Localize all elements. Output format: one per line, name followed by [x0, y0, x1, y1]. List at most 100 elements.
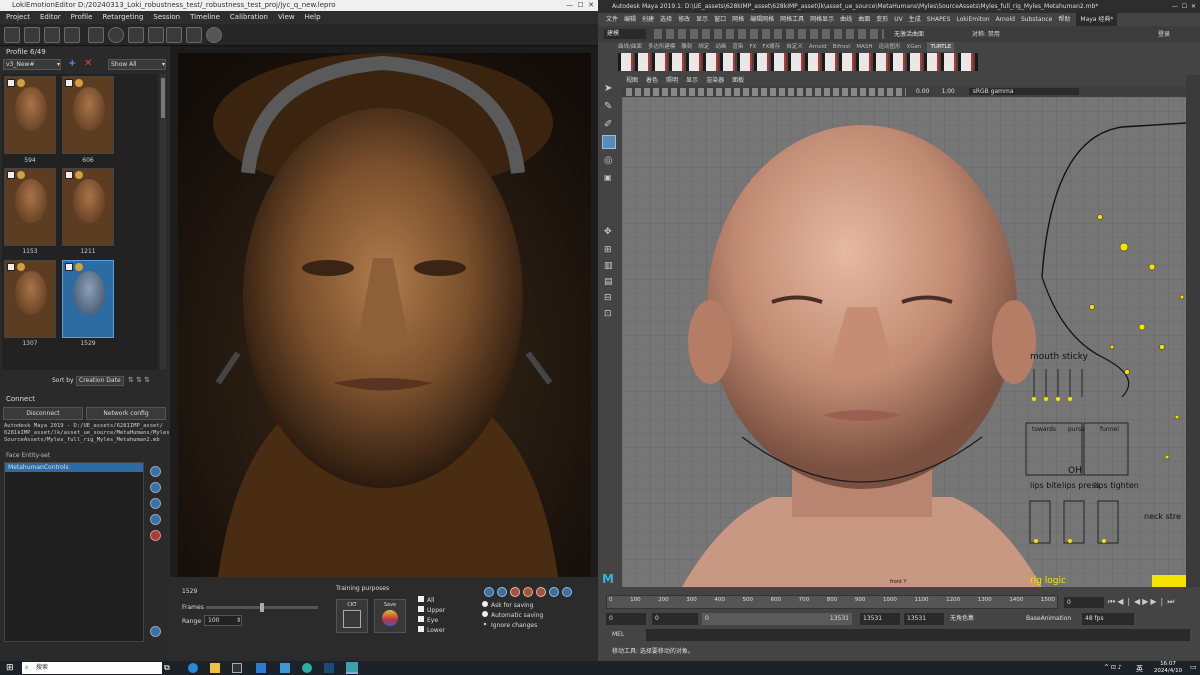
explorer-icon[interactable]: [210, 663, 220, 673]
session-icon[interactable]: [510, 587, 520, 597]
workspace-select[interactable]: Maya 经典*: [1076, 13, 1117, 26]
panel-menu-lighting[interactable]: 照明: [666, 75, 678, 86]
maya-menu-item[interactable]: LokiEmiton: [956, 13, 989, 26]
maya-menu-item[interactable]: Arnold: [996, 13, 1015, 26]
maya-menu-item[interactable]: 曲线: [840, 13, 852, 26]
lasso-tool-icon[interactable]: ✎: [604, 101, 612, 112]
save-button[interactable]: Save: [374, 599, 406, 633]
thumbnail-606[interactable]: [62, 76, 114, 154]
window-controls[interactable]: — ☐ ✕: [566, 0, 594, 11]
layout-split2-icon[interactable]: ▤: [604, 277, 613, 287]
shelf-tab[interactable]: 雕刻: [681, 42, 692, 52]
taskbar-clock[interactable]: 16:07 2024/4/10: [1148, 661, 1188, 675]
maya-menu-item[interactable]: 选择: [660, 13, 672, 26]
edge-icon[interactable]: [188, 663, 198, 673]
scale-tool-icon[interactable]: ▣: [604, 173, 612, 182]
thumbnail-scrollbar[interactable]: [160, 74, 166, 370]
undo-icon[interactable]: [128, 27, 144, 43]
session-icon[interactable]: [562, 587, 572, 597]
color-space-select[interactable]: sRGB gamma: [969, 88, 1079, 95]
delete-icon[interactable]: ✕: [84, 58, 92, 69]
checkbox-icon[interactable]: [7, 263, 15, 271]
check-upper[interactable]: Upper: [418, 606, 445, 616]
session-icon[interactable]: [549, 587, 559, 597]
sort-order-icon[interactable]: ⇅ ⇅ ⇅: [128, 376, 150, 384]
viewport-icon-strip[interactable]: [626, 88, 906, 96]
entity-settings-icon[interactable]: [150, 514, 161, 525]
thumbnail-1307[interactable]: [4, 260, 56, 338]
range-inner-start-field[interactable]: 0: [652, 613, 698, 625]
shelf-tab[interactable]: 渲染: [732, 42, 743, 52]
entity-refresh-icon[interactable]: [150, 626, 161, 637]
session-icon[interactable]: [523, 587, 533, 597]
maya-menu-item[interactable]: 显示: [696, 13, 708, 26]
maya-menu-item[interactable]: 帮助: [1058, 13, 1070, 26]
panel-menu-show[interactable]: 显示: [686, 75, 698, 86]
layout-single-icon[interactable]: ✥: [604, 227, 612, 237]
maya-menu-item[interactable]: Substance: [1021, 13, 1052, 26]
maya-menu-item[interactable]: 网格工具: [780, 13, 804, 26]
menu-project[interactable]: Project: [6, 11, 30, 24]
open-icon[interactable]: [24, 27, 40, 43]
layout-quad-icon[interactable]: ⊟: [604, 293, 612, 303]
profile-select[interactable]: v3_New#▾: [3, 59, 61, 70]
tray-icons[interactable]: ^ ⊡ ♪: [1104, 664, 1122, 671]
check-eye[interactable]: Eye: [418, 616, 445, 626]
range-input[interactable]: 100⇕: [204, 615, 242, 626]
shelf-tab[interactable]: 运动图形: [879, 42, 901, 52]
checkbox-icon[interactable]: [65, 263, 73, 271]
panel-menu-panels[interactable]: 面板: [732, 75, 744, 86]
shelf-tab-active[interactable]: TURTLE: [927, 42, 954, 52]
session-icon[interactable]: [484, 587, 494, 597]
session-icon[interactable]: [497, 587, 507, 597]
maya-viewport[interactable]: mouth sticky towards purse funnel OH lip…: [622, 97, 1186, 587]
mail-icon[interactable]: [256, 663, 266, 673]
thumbnail-1529-selected[interactable]: [62, 260, 114, 338]
input-lang[interactable]: 英: [1136, 664, 1143, 674]
maya-menu-item[interactable]: UV: [894, 13, 903, 26]
menu-calibration[interactable]: Calibration: [230, 11, 268, 24]
range-end-field[interactable]: 13531: [904, 613, 944, 625]
gamma-value[interactable]: 1.00: [941, 88, 954, 95]
camera-icon[interactable]: [186, 27, 202, 43]
shelf-tab[interactable]: 绑定: [698, 42, 709, 52]
ckt-button[interactable]: CKT: [336, 599, 368, 633]
maya-menu-item[interactable]: 生成: [909, 13, 921, 26]
menu-profile[interactable]: Profile: [71, 11, 93, 24]
mode-select[interactable]: 建模: [604, 29, 646, 39]
menu-session[interactable]: Session: [153, 11, 180, 24]
radio-ask[interactable]: Ask for saving: [482, 601, 543, 611]
menu-view[interactable]: View: [278, 11, 295, 24]
checkbox-icon[interactable]: [65, 171, 73, 179]
layout-grid-icon[interactable]: ⊞: [604, 245, 612, 255]
shelf-tab[interactable]: 多边形建模: [648, 42, 676, 52]
login-link[interactable]: 登录: [1158, 29, 1170, 38]
entity-add-icon[interactable]: [150, 466, 161, 477]
shelf-tab[interactable]: 曲线/曲面: [618, 42, 642, 52]
maya-menu-item[interactable]: 曲面: [858, 13, 870, 26]
maya-menu-item[interactable]: 编辑网格: [750, 13, 774, 26]
shelf-tab[interactable]: MASH: [856, 42, 872, 52]
check-all[interactable]: All: [418, 596, 445, 606]
face-entity-item[interactable]: MetahumanControls: [5, 463, 143, 472]
shelf-tab[interactable]: 自定义: [786, 42, 803, 52]
layout-split-icon[interactable]: ▥: [604, 261, 613, 271]
maya-menu-item[interactable]: 创建: [642, 13, 654, 26]
add-icon[interactable]: +: [68, 58, 76, 69]
checkbox-icon[interactable]: [65, 79, 73, 87]
video-frame-viewer[interactable]: [178, 53, 591, 577]
fps-select[interactable]: 48 fps: [1082, 613, 1134, 625]
layout-icon[interactable]: [44, 27, 60, 43]
character-set-select[interactable]: 无角色集: [950, 613, 1020, 625]
light-icon[interactable]: [206, 27, 222, 43]
session-icon[interactable]: [536, 587, 546, 597]
range-inner-end-field[interactable]: 13531: [860, 613, 900, 625]
checkbox-icon[interactable]: [7, 171, 15, 179]
new-icon[interactable]: [4, 27, 20, 43]
maya-menu-item[interactable]: 变形: [876, 13, 888, 26]
app-t-icon[interactable]: [280, 663, 290, 673]
current-frame-field[interactable]: 0: [1064, 597, 1104, 608]
select-tool-icon[interactable]: ➤: [604, 83, 612, 94]
network-config-button[interactable]: Network config: [86, 407, 166, 420]
copy-icon[interactable]: [88, 27, 104, 43]
